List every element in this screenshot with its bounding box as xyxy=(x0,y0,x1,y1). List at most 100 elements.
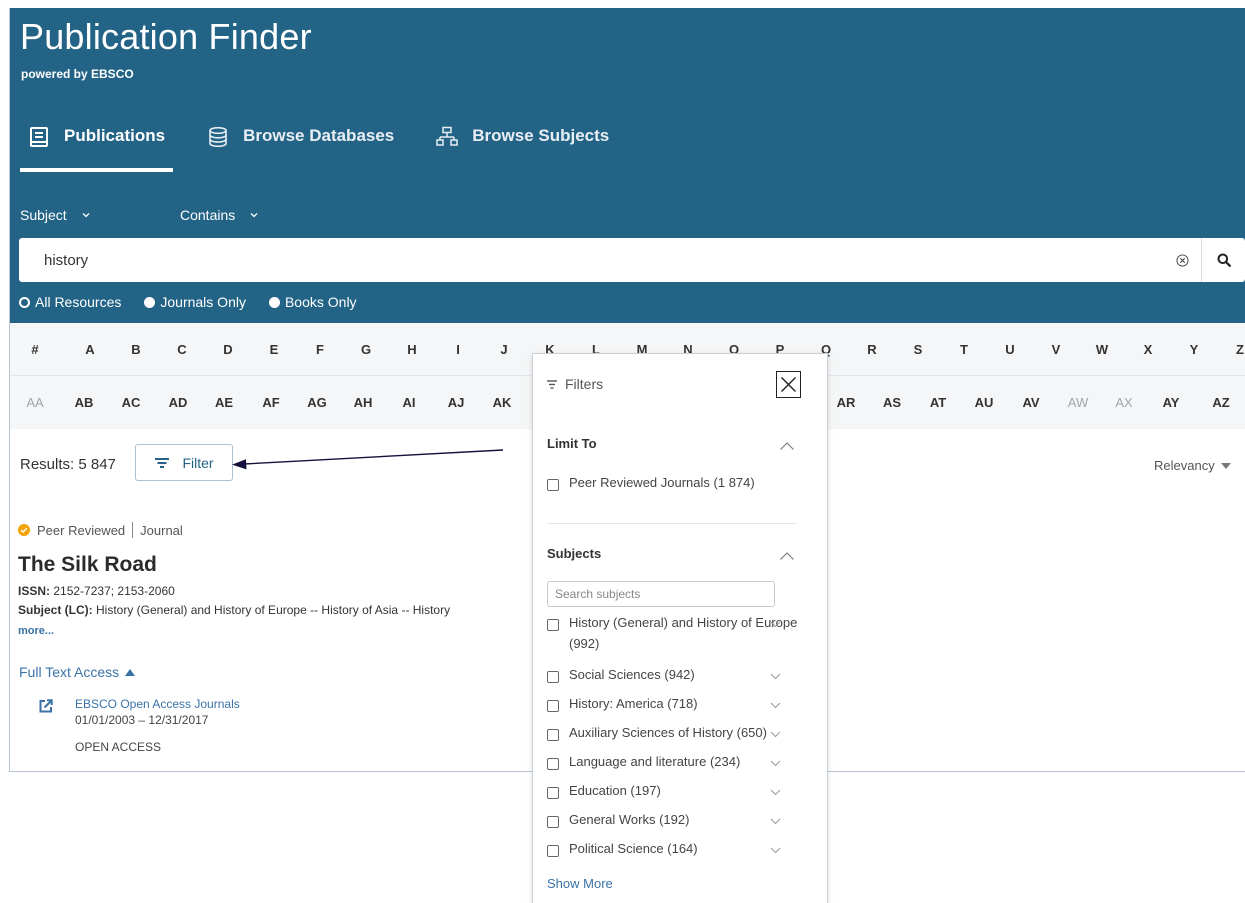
letter-single-y[interactable]: Y xyxy=(1190,342,1199,357)
chevron-down-icon[interactable] xyxy=(770,760,781,767)
match-select[interactable]: Contains xyxy=(180,207,259,223)
letter-double-aa: AA xyxy=(26,395,44,410)
subject-filter-item[interactable]: General Works (192) xyxy=(547,812,802,830)
letter-double-at[interactable]: AT xyxy=(930,395,946,410)
issn-label: ISSN: xyxy=(18,584,51,598)
subject-filter-item[interactable]: Social Sciences (942) xyxy=(547,667,802,685)
letter-single-r[interactable]: R xyxy=(867,342,876,357)
search-subjects-input[interactable] xyxy=(547,581,775,607)
search-button[interactable] xyxy=(1201,238,1245,282)
subject-filter-item[interactable]: Political Science (164) xyxy=(547,841,802,859)
filter-button[interactable]: Filter xyxy=(135,444,233,481)
letter-double-ae[interactable]: AE xyxy=(215,395,233,410)
letter-double-ac[interactable]: AC xyxy=(122,395,141,410)
chevron-up-icon[interactable] xyxy=(779,441,795,451)
letter-single-d[interactable]: D xyxy=(223,342,232,357)
checkbox[interactable] xyxy=(547,845,559,857)
subject-filter-item[interactable]: Auxiliary Sciences of History (650) xyxy=(547,725,802,743)
letter-double-au[interactable]: AU xyxy=(975,395,994,410)
section-divider xyxy=(547,523,797,524)
access-type: OPEN ACCESS xyxy=(75,740,162,754)
letter-single-x[interactable]: X xyxy=(1144,342,1153,357)
app-subtitle: powered by EBSCO xyxy=(21,67,134,81)
chevron-down-icon[interactable] xyxy=(770,818,781,825)
letter-single-f[interactable]: F xyxy=(316,342,324,357)
letter-single-s[interactable]: S xyxy=(914,342,923,357)
filter-peer-reviewed[interactable]: Peer Reviewed Journals (1 874) xyxy=(547,475,802,493)
letter-double-aj[interactable]: AJ xyxy=(448,395,465,410)
chevron-down-icon[interactable] xyxy=(770,847,781,854)
checkbox[interactable] xyxy=(547,700,559,712)
checkbox[interactable] xyxy=(547,671,559,683)
close-filters-button[interactable] xyxy=(776,371,801,398)
subject-label: Subject (LC): xyxy=(18,603,93,617)
checkbox[interactable] xyxy=(547,816,559,828)
checkbox[interactable] xyxy=(547,729,559,741)
full-text-access-toggle[interactable]: Full Text Access xyxy=(19,664,136,680)
checkbox[interactable] xyxy=(547,758,559,770)
record-subject: Subject (LC): History (General) and Hist… xyxy=(18,603,450,617)
field-select[interactable]: Subject xyxy=(20,207,180,223)
letter-single-c[interactable]: C xyxy=(177,342,186,357)
show-more-link[interactable]: Show More xyxy=(547,876,613,891)
letter-single-h[interactable]: H xyxy=(407,342,416,357)
filter-icon xyxy=(547,379,557,389)
letter-single-b[interactable]: B xyxy=(131,342,140,357)
search-bar xyxy=(19,238,1245,282)
external-link-icon[interactable] xyxy=(38,698,54,714)
tab-browse-subjects[interactable]: Browse Subjects xyxy=(428,126,617,172)
letter-double-av[interactable]: AV xyxy=(1022,395,1039,410)
letter-double-ak[interactable]: AK xyxy=(493,395,512,410)
checkbox[interactable] xyxy=(547,479,559,491)
subject-filter-item[interactable]: History (General) and History of Europe … xyxy=(547,615,802,654)
letter-single-hash[interactable]: # xyxy=(31,342,38,357)
results-count: Results: 5 847 xyxy=(20,456,116,473)
clear-search-button[interactable] xyxy=(1163,238,1201,282)
chevron-up-icon[interactable] xyxy=(779,551,795,561)
letter-double-ag[interactable]: AG xyxy=(307,395,327,410)
checkbox[interactable] xyxy=(547,787,559,799)
radio-journals-only[interactable]: Journals Only xyxy=(144,294,246,310)
tab-browse-databases[interactable]: Browse Databases xyxy=(199,126,402,172)
chevron-down-icon[interactable] xyxy=(770,702,781,709)
filters-panel: Filters Limit To Peer Reviewed Journals … xyxy=(532,353,828,903)
letter-double-ai[interactable]: AI xyxy=(403,395,416,410)
subject-filter-item[interactable]: Education (197) xyxy=(547,783,802,801)
letter-single-z[interactable]: Z xyxy=(1236,342,1244,357)
chevron-down-icon[interactable] xyxy=(770,789,781,796)
letter-single-g[interactable]: G xyxy=(361,342,371,357)
chevron-down-icon xyxy=(250,213,258,218)
subject-filter-item[interactable]: Language and literature (234) xyxy=(547,754,802,772)
letter-double-as[interactable]: AS xyxy=(883,395,901,410)
letter-single-e[interactable]: E xyxy=(270,342,279,357)
letter-single-i[interactable]: I xyxy=(456,342,460,357)
sort-select[interactable]: Relevancy xyxy=(1154,458,1231,473)
limit-to-title: Limit To xyxy=(547,436,597,451)
letter-double-ad[interactable]: AD xyxy=(169,395,188,410)
letter-double-ah[interactable]: AH xyxy=(354,395,373,410)
letter-single-w[interactable]: W xyxy=(1096,342,1108,357)
record-title[interactable]: The Silk Road xyxy=(18,553,157,577)
letter-single-t[interactable]: T xyxy=(960,342,968,357)
letter-double-ab[interactable]: AB xyxy=(75,395,94,410)
chevron-down-icon[interactable] xyxy=(770,731,781,738)
checkbox[interactable] xyxy=(547,619,559,631)
letter-double-ay[interactable]: AY xyxy=(1163,395,1180,410)
subject-filter-item[interactable]: History: America (718) xyxy=(547,696,802,714)
chevron-down-icon[interactable] xyxy=(770,673,781,680)
letter-single-a[interactable]: A xyxy=(85,342,94,357)
letter-single-v[interactable]: V xyxy=(1052,342,1061,357)
letter-double-az[interactable]: AZ xyxy=(1212,395,1229,410)
letter-single-u[interactable]: U xyxy=(1005,342,1014,357)
radio-books-only[interactable]: Books Only xyxy=(268,294,357,310)
database-link[interactable]: EBSCO Open Access Journals xyxy=(75,697,240,711)
chevron-down-icon[interactable] xyxy=(770,621,781,628)
radio-all-resources[interactable]: All Resources xyxy=(19,294,121,310)
letter-single-j[interactable]: J xyxy=(500,342,507,357)
letter-double-af[interactable]: AF xyxy=(262,395,279,410)
search-input[interactable] xyxy=(19,239,1163,281)
more-link[interactable]: more... xyxy=(18,625,54,637)
letter-double-ar[interactable]: AR xyxy=(837,395,856,410)
radio-dot xyxy=(144,296,156,308)
tab-publications[interactable]: Publications xyxy=(20,126,174,172)
